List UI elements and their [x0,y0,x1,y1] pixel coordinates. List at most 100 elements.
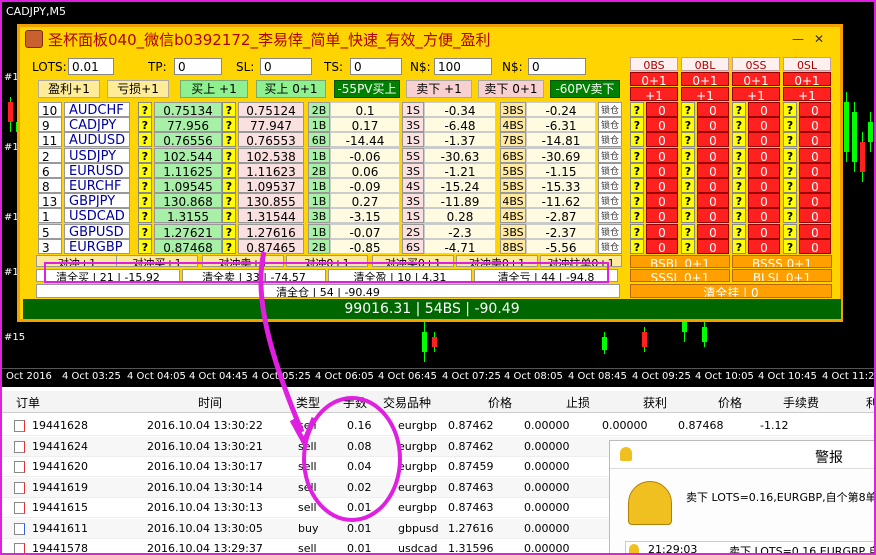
row-ask-price[interactable]: 1.09537 [238,178,304,193]
help-icon[interactable]: ? [681,238,695,254]
grid-value[interactable]: 0 [748,208,780,224]
action-button-5[interactable]: 卖下 +1 [406,80,472,98]
row-bid-price[interactable]: 0.87468 [154,238,222,254]
minimize-icon[interactable]: — [792,32,814,46]
help-icon[interactable]: ? [783,132,797,148]
help-icon[interactable]: ? [222,132,236,148]
row-total-count[interactable]: 8BS [500,238,526,254]
grid-value[interactable]: 0 [799,223,831,239]
row-symbol[interactable]: USDJPY [64,147,130,163]
help-icon[interactable]: ? [630,147,644,163]
right-row3-2[interactable]: +1 [732,87,780,101]
row-total-count[interactable]: 3BS [500,102,526,117]
close-icon[interactable]: ✕ [814,32,834,46]
row-bid-price[interactable]: 1.11625 [154,162,222,178]
row-total-count[interactable]: 5BS [500,162,526,178]
lock-button[interactable]: 锁仓 [598,117,622,133]
help-icon[interactable]: ? [222,102,236,117]
row-bid-price[interactable]: 1.3155 [154,208,222,224]
row-buy-count[interactable]: 2B [308,102,330,117]
grid-value[interactable]: 0 [646,102,678,117]
help-icon[interactable]: ? [732,162,746,178]
row-buy-count[interactable]: 2B [308,162,330,178]
lock-button[interactable]: 锁仓 [598,193,622,209]
help-icon[interactable]: ? [630,223,644,239]
table-row[interactable]: 19441628 2016.10.04 13:30:22 sell 0.16 eurgb… [2,416,874,436]
help-icon[interactable]: ? [630,132,644,148]
row-buy-count[interactable]: 1B [308,223,330,239]
row-symbol[interactable]: GBPUSD [64,223,130,239]
bsss-button[interactable]: BSSS 0+1 [732,255,832,268]
right-row2-2[interactable]: 0+1 [732,72,780,86]
row-sell-count[interactable]: 6S [402,238,424,254]
row-sell-count[interactable]: 3S [402,162,424,178]
grid-value[interactable]: 0 [646,117,678,133]
row-buy-count[interactable]: 1B [308,178,330,193]
row-symbol[interactable]: EURGBP [64,238,130,254]
help-icon[interactable]: ? [681,102,695,117]
help-icon[interactable]: ? [681,132,695,148]
help-icon[interactable]: ? [681,193,695,209]
grid-value[interactable]: 0 [748,162,780,178]
row-total-count[interactable]: 4BS [500,117,526,133]
help-icon[interactable]: ? [630,193,644,209]
row-total-count[interactable]: 4BS [500,208,526,224]
help-icon[interactable]: ? [630,178,644,193]
orders-header-2[interactable]: 类型 [296,394,320,411]
row-symbol[interactable]: AUDCHF [64,102,130,117]
help-icon[interactable]: ? [138,102,152,117]
row-bid-price[interactable]: 0.75134 [154,102,222,117]
orders-header-6[interactable]: 止损 [566,394,590,411]
grid-value[interactable]: 0 [697,147,729,163]
param-input-2[interactable]: 0 [260,58,312,75]
grid-value[interactable]: 0 [748,223,780,239]
row-total-count[interactable]: 5BS [500,178,526,193]
help-icon[interactable]: ? [681,162,695,178]
param-input-5[interactable]: 0 [528,58,586,75]
help-icon[interactable]: ? [222,178,236,193]
row-buy-count[interactable]: 1B [308,193,330,209]
orders-header-9[interactable]: 手续费 [783,394,819,411]
grid-value[interactable]: 0 [697,178,729,193]
grid-value[interactable]: 0 [799,193,831,209]
help-icon[interactable]: ? [630,117,644,133]
action-button-1[interactable]: 亏损+1 [107,80,169,98]
action-button-6[interactable]: 卖下 0+1 [478,80,544,98]
help-icon[interactable]: ? [732,117,746,133]
action-button-0[interactable]: 盈利+1 [38,80,100,98]
grid-value[interactable]: 0 [697,223,729,239]
grid-value[interactable]: 0 [697,132,729,148]
orders-header-10[interactable]: 利 [866,394,874,411]
row-ask-price[interactable]: 130.855 [238,193,304,209]
help-icon[interactable]: ? [783,178,797,193]
help-icon[interactable]: ? [783,117,797,133]
right-header-3[interactable]: 0SL [783,57,831,71]
help-icon[interactable]: ? [138,162,152,178]
grid-value[interactable]: 0 [697,162,729,178]
lock-button[interactable]: 锁仓 [598,223,622,239]
grid-value[interactable]: 0 [646,178,678,193]
help-icon[interactable]: ? [783,238,797,254]
help-icon[interactable]: ? [783,193,797,209]
help-icon[interactable]: ? [222,238,236,254]
row-sell-count[interactable]: 5S [402,147,424,163]
help-icon[interactable]: ? [732,208,746,224]
grid-value[interactable]: 0 [646,223,678,239]
help-icon[interactable]: ? [630,162,644,178]
row-sell-count[interactable]: 1S [402,132,424,148]
alert-log-row[interactable]: 21:29:03 卖下 LOTS=0.16,EURGBP,自个第8单, [625,541,874,553]
row-sell-count[interactable]: 1S [402,102,424,117]
row-buy-count[interactable]: 1B [308,147,330,163]
grid-value[interactable]: 0 [646,208,678,224]
row-ask-price[interactable]: 1.11623 [238,162,304,178]
help-icon[interactable]: ? [732,193,746,209]
lock-button[interactable]: 锁仓 [598,102,622,117]
row-sell-count[interactable]: 1S [402,208,424,224]
help-icon[interactable]: ? [783,147,797,163]
help-icon[interactable]: ? [138,178,152,193]
right-header-0[interactable]: 0BS [630,57,678,71]
row-buy-count[interactable]: 6B [308,132,330,148]
help-icon[interactable]: ? [222,223,236,239]
orders-header-1[interactable]: 时间 [198,394,222,411]
help-icon[interactable]: ? [732,102,746,117]
